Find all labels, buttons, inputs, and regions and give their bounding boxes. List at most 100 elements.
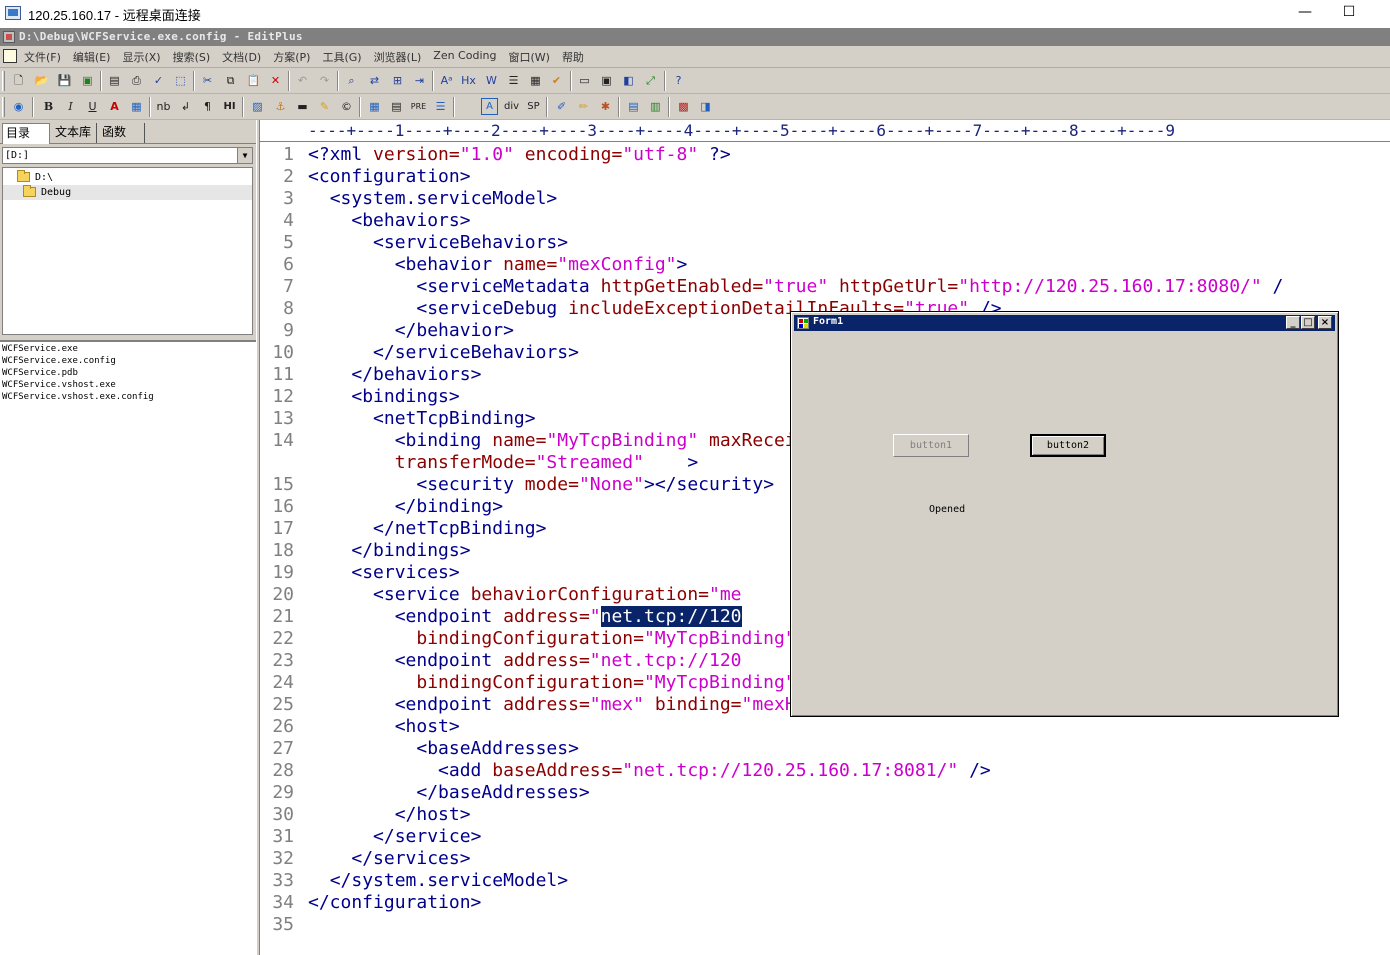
file-list: WCFService.exe WCFService.exe.config WCF… [0, 340, 256, 955]
line-number: 30 [272, 804, 294, 825]
open-folder-icon[interactable]: 📂 [33, 72, 50, 89]
redo-icon[interactable]: ↷ [316, 72, 333, 89]
heading-icon[interactable]: Hx [460, 72, 477, 89]
help-icon[interactable]: ? [670, 72, 687, 89]
html-toolbar: ◉ B I U A ▦ nb ↲ ¶ HI ▨ ⚓ ▬ ✎ © ▦ ▤ PRE … [0, 94, 1390, 120]
form1-title: Form1 [813, 316, 844, 327]
form-icon [797, 317, 809, 329]
code-line: </baseAddresses> [416, 782, 590, 803]
horizontal-rule-icon[interactable]: HI [221, 98, 238, 115]
color-grid-icon[interactable]: ▦ [128, 98, 145, 115]
code-line: <configuration> [308, 166, 471, 187]
menu-file[interactable]: 文件(F) [24, 49, 61, 65]
copy-icon[interactable]: ⧉ [222, 72, 239, 89]
image-icon[interactable]: ▨ [249, 98, 266, 115]
tab-functions[interactable]: 函数 [99, 123, 145, 143]
pre-icon[interactable]: PRE [410, 98, 427, 115]
spell-check-icon[interactable]: ✓ [150, 72, 167, 89]
font-icon[interactable]: Aᵃ [438, 72, 455, 89]
menu-project[interactable]: 方案(P) [273, 49, 310, 65]
span-icon[interactable]: SP [525, 98, 542, 115]
ruler-icon[interactable]: ☰ [505, 72, 522, 89]
find-in-files-icon[interactable]: ⊞ [389, 72, 406, 89]
replace-icon[interactable]: ⇄ [366, 72, 383, 89]
table-icon[interactable]: ▦ [366, 98, 383, 115]
list-item[interactable]: WCFService.pdb [2, 367, 78, 379]
line-break-icon[interactable]: ↲ [177, 98, 194, 115]
find-icon[interactable]: ⌕ [343, 72, 360, 89]
form1-minimize-button[interactable]: _ [1286, 316, 1300, 329]
new-file-icon[interactable]: 🗋 [10, 72, 27, 89]
font-color-icon[interactable]: A [106, 98, 123, 115]
div-icon[interactable]: div [503, 98, 520, 115]
color-picker-icon[interactable]: ▩ [675, 98, 692, 115]
menu-search[interactable]: 搜索(S) [173, 49, 211, 65]
menu-window[interactable]: 窗口(W) [508, 49, 549, 65]
menu-browser[interactable]: 浏览器(L) [374, 49, 422, 65]
line-number: 17 [272, 518, 294, 539]
bold-icon[interactable]: B [40, 98, 57, 115]
delete-icon[interactable]: ✕ [267, 72, 284, 89]
table-row-icon[interactable]: ▬ [294, 98, 311, 115]
tab-cliptext[interactable]: 文本库 [52, 123, 97, 143]
list-item[interactable]: WCFService.vshost.exe [2, 379, 116, 391]
tree-item-drive[interactable]: D:\ [3, 170, 252, 185]
output-window-icon[interactable]: ▭ [576, 72, 593, 89]
paragraph-icon[interactable]: ¶ [199, 98, 216, 115]
menu-edit[interactable]: 编辑(E) [73, 49, 111, 65]
script-icon[interactable]: ✱ [597, 98, 614, 115]
copyright-icon[interactable]: © [338, 98, 355, 115]
goto-line-icon[interactable]: ⇥ [411, 72, 428, 89]
list-item[interactable]: WCFService.exe.config [2, 355, 116, 367]
edit-html-icon[interactable]: ✐ [553, 98, 570, 115]
rdp-maximize-button[interactable]: ☐ [1332, 2, 1366, 24]
save-all-icon[interactable]: ▣ [79, 72, 96, 89]
undo-icon[interactable]: ↶ [294, 72, 311, 89]
highlight-icon[interactable]: ✎ [316, 98, 333, 115]
window-icon[interactable]: ◨ [697, 98, 714, 115]
anchor-icon[interactable]: ⚓ [272, 98, 289, 115]
menu-zen-coding[interactable]: Zen Coding [433, 49, 496, 65]
chevron-down-icon[interactable]: ▼ [237, 148, 252, 163]
form-icon[interactable]: ▤ [625, 98, 642, 115]
underline-icon[interactable]: U [84, 98, 101, 115]
style-icon[interactable]: ✏ [575, 98, 592, 115]
print-icon[interactable]: ⎙ [128, 72, 145, 89]
word-wrap-icon[interactable]: W [483, 72, 500, 89]
italic-icon[interactable]: I [62, 98, 79, 115]
tree-item-debug[interactable]: Debug [3, 185, 252, 200]
menu-view[interactable]: 显示(X) [122, 49, 160, 65]
button1[interactable]: button1 [893, 434, 969, 457]
cut-icon[interactable]: ✂ [199, 72, 216, 89]
rdp-minimize-button[interactable]: — [1288, 2, 1322, 24]
menu-document[interactable]: 文档(D) [222, 49, 261, 65]
form1-close-button[interactable]: × [1318, 316, 1332, 329]
list-icon[interactable]: ☰ [432, 98, 449, 115]
code-line: </bindings> [351, 540, 471, 561]
check-icon[interactable]: ✔ [548, 72, 565, 89]
list-item[interactable]: WCFService.vshost.exe.config [2, 391, 154, 403]
tab-directory[interactable]: 目录 [2, 123, 50, 144]
frame-icon[interactable]: ▥ [647, 98, 664, 115]
line-number: 14 [272, 430, 294, 451]
directory-window-icon[interactable]: ▣ [598, 72, 615, 89]
menu-help[interactable]: 帮助 [562, 49, 584, 65]
form1-maximize-button[interactable]: □ [1301, 316, 1315, 329]
table-wizard-icon[interactable]: ▤ [388, 98, 405, 115]
browser-view-icon[interactable]: ⬚ [172, 72, 189, 89]
paste-icon[interactable]: 📋 [245, 72, 262, 89]
line-number-icon[interactable]: ▦ [527, 72, 544, 89]
menu-tools[interactable]: 工具(G) [322, 49, 361, 65]
nbsp-icon[interactable]: nb [155, 98, 172, 115]
drive-dropdown[interactable]: [D:] ▼ [2, 147, 253, 164]
form1-title-bar[interactable]: Form1 _ □ × [794, 315, 1335, 331]
button2[interactable]: button2 [1030, 434, 1106, 457]
full-screen-icon[interactable]: ⤢ [642, 72, 659, 89]
browser-icon[interactable]: ◉ [10, 98, 27, 115]
anchor-tag-icon[interactable]: A [481, 98, 498, 115]
code-line: <behaviors> [351, 210, 471, 231]
cliptext-icon[interactable]: ◧ [620, 72, 637, 89]
list-item[interactable]: WCFService.exe [2, 343, 78, 355]
save-icon[interactable]: 💾 [56, 72, 73, 89]
print-preview-icon[interactable]: ▤ [106, 72, 123, 89]
